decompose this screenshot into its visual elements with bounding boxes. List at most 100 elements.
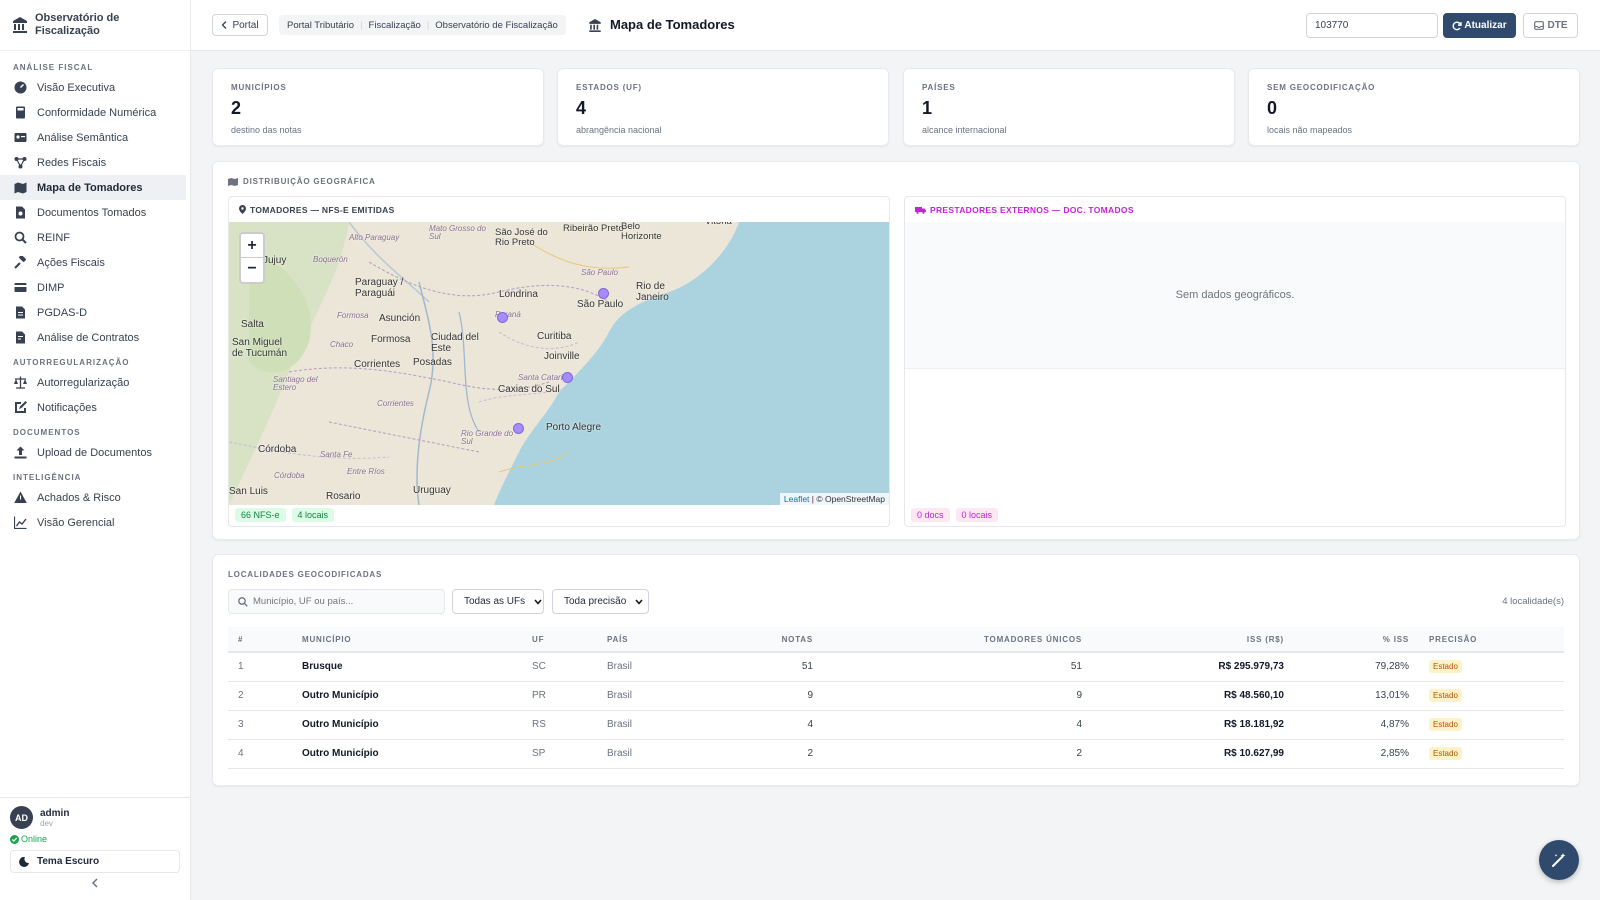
portal-button[interactable]: Portal [212,14,268,36]
sidebar-item-dimp[interactable]: DIMP [0,275,190,300]
precision-badge: Estado [1429,660,1462,674]
document-icon [16,206,25,219]
map-place-label: Córdoba [258,444,297,455]
map-marker[interactable] [513,423,524,434]
prestadores-panel: PRESTADORES EXTERNOS — DOC. TOMADOS Sem … [904,196,1566,527]
map-icon [228,178,238,186]
map-marker[interactable] [598,288,609,299]
col-header[interactable]: UF [532,627,607,653]
table-cell: Brasil [607,710,687,740]
sidebar-item-reinf[interactable]: REINF [0,225,190,250]
sidebar-item-label: DIMP [37,281,65,294]
table-toolbar: Todas as UFs Toda precisão 4 localidade(… [228,587,1564,627]
precision-badge: Estado [1429,689,1462,702]
kpi-card-estados: ESTADOS (UF) 4 abrangência nacional [557,68,889,146]
brand[interactable]: Observatório de Fiscalização [0,0,190,51]
sidebar-item-analise-semantica[interactable]: Análise Semântica [0,125,190,150]
map-place-label: Rio Grande do Sul [461,429,514,447]
sidebar-section-title: AUTORREGULARIZAÇÃO [13,358,130,367]
sidebar-item-pgdas-d[interactable]: PGDAS-D [0,300,190,325]
precision-select[interactable]: Toda precisão [552,589,649,614]
sidebar-item-label: Visão Executiva [37,81,116,94]
localidades-table: # MUNICÍPIO UF PAÍS NOTAS TOMADORES ÚNIC… [228,627,1564,769]
table-search-input[interactable] [253,596,433,607]
kpi-card-paises: PAÍSES 1 alcance internacional [903,68,1235,146]
zoom-in-button[interactable]: + [241,234,263,258]
sidebar-item-autorregularizacao[interactable]: Autorregularização [0,370,190,395]
theme-toggle-button[interactable]: Tema Escuro [10,850,180,873]
breadcrumb-item[interactable]: Fiscalização [369,20,421,31]
sidebar-item-label: Análise Semântica [37,131,129,144]
chart-line-icon [14,516,27,529]
col-header[interactable]: TOMADORES ÚNICOS [813,627,1082,653]
zoom-out-button[interactable]: − [241,258,263,282]
sidebar-nav: ANÁLISE FISCAL Visão Executiva Conformidad… [0,51,190,535]
sidebar-item-visao-gerencial[interactable]: Visão Gerencial [0,510,190,535]
map-marker[interactable] [497,312,508,323]
col-header[interactable]: NOTAS [687,627,813,653]
kpi-sub: destino das notas [231,125,302,135]
sidebar-item-mapa-de-tomadores[interactable]: Mapa de Tomadores [0,175,186,200]
avatar[interactable]: AD [10,806,33,829]
sidebar-item-acoes-fiscais[interactable]: Ações Fiscais [0,250,190,275]
map-marker[interactable] [562,372,573,383]
sidebar-item-redes-fiscais[interactable]: Redes Fiscais [0,150,190,175]
kpi-label: SEM GEOCODIFICAÇÃO [1267,83,1376,92]
sidebar-item-label: Visão Gerencial [37,516,115,529]
dte-button[interactable]: DTE [1523,13,1578,38]
geo-title-text: DISTRIBUIÇÃO GEOGRÁFICA [243,177,376,186]
portal-button-label: Portal [232,19,259,31]
col-header[interactable]: ISS (R$) [1082,627,1284,653]
sidebar-item-label: Autorregularização [37,376,130,389]
sidebar-section-title: ANÁLISE FISCAL [13,63,94,72]
sidebar-item-conformidade-numerica[interactable]: Conformidade Numérica [0,100,190,125]
search-input[interactable] [1306,13,1438,38]
sidebar-item-documentos-tomados[interactable]: Documentos Tomados [0,200,190,225]
sidebar-item-upload-de-documentos[interactable]: Upload de Documentos [0,440,190,465]
col-header[interactable]: % ISS [1284,627,1409,653]
tomadores-map-panel: TOMADORES — NFS-E EMITIDAS Mato Grosso d… [228,196,890,527]
magic-wand-fab[interactable] [1539,840,1579,880]
table-cell: SP [532,739,607,769]
refresh-button-label: Atualizar [1464,20,1507,31]
table-cell: Outro Município [302,739,532,769]
uf-select[interactable]: Todas as UFs [452,589,544,614]
table-header-row: # MUNICÍPIO UF PAÍS NOTAS TOMADORES ÚNIC… [228,627,1564,653]
leaflet-link[interactable]: Leaflet [784,494,810,504]
status-badge: Online [10,834,180,844]
refresh-button[interactable]: Atualizar [1443,13,1516,38]
col-header[interactable]: MUNICÍPIO [302,627,532,653]
map-place-label: Salta [241,319,264,330]
sidebar-item-visao-executiva[interactable]: Visão Executiva [0,75,190,100]
table-row[interactable]: 1 Brusque SC Brasil 51 51 R$ 295.979,73 79,28% E… [228,652,1564,682]
panel-header: TOMADORES — NFS-E EMITIDAS [229,197,889,222]
collapse-sidebar-button[interactable] [10,877,180,891]
nfse-count-pill: 66 NFS-e [235,508,286,522]
precision-badge: Estado [1429,718,1462,731]
sidebar-item-analise-de-contratos[interactable]: Análise de Contratos [0,325,190,350]
col-header[interactable]: # [228,627,302,653]
osm-attribution[interactable]: | © OpenStreetMap [812,494,885,504]
sidebar-item-label: Notificações [37,401,97,414]
sidebar-section-title: DOCUMENTOS [13,428,81,437]
breadcrumb-item[interactable]: Portal Tributário [287,20,354,31]
table-row[interactable]: 2 Outro Município PR Brasil 9 9 R$ 48.560,10 13… [228,681,1564,711]
col-header[interactable]: PAÍS [607,627,687,653]
table-cell: 9 [687,681,813,711]
kpi-sub: locais não mapeados [1267,125,1353,135]
table-row[interactable]: 4 Outro Município SP Brasil 2 2 R$ 10.627,99 2,… [228,739,1564,769]
table-cell: PR [532,681,607,711]
map-place-label: Rio de Janeiro [636,281,669,303]
sidebar-item-notificacoes[interactable]: Notificações [0,395,190,420]
sidebar-item-achados-risco[interactable]: Achados & Risco [0,485,190,510]
table-row[interactable]: 3 Outro Município RS Brasil 4 4 R$ 18.181,92 4,… [228,710,1564,740]
leaflet-map[interactable]: Mato Grosso do Sul São José do Rio Preto R… [229,222,889,505]
col-header[interactable]: PRECISÃO [1409,627,1564,653]
kpi-value: 1 [922,98,933,118]
table-cell: 3 [228,710,302,740]
map-place-label: Porto Alegre [546,422,602,433]
precision-select-value: Toda precisão [564,596,627,607]
table-cell: 4 [228,739,302,769]
breadcrumb-item[interactable]: Observatório de Fiscalização [435,20,558,31]
map-place-label: Paraguay / Paraguái [355,277,404,299]
